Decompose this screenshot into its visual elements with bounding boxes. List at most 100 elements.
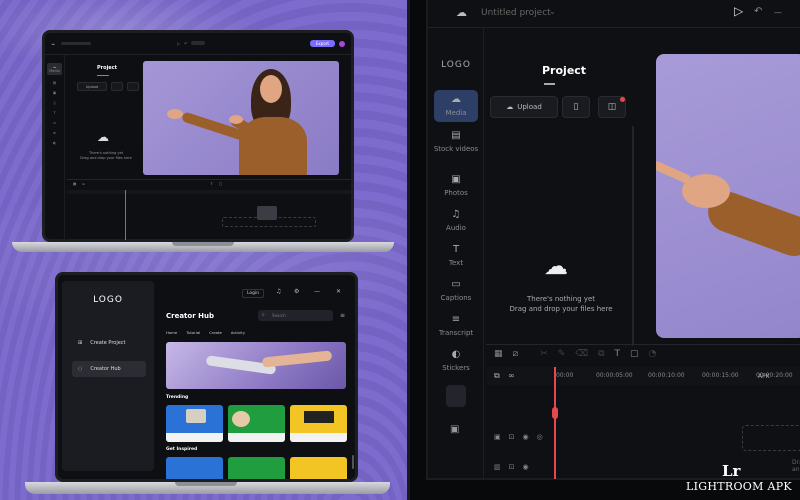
trending-card-2[interactable]	[228, 405, 285, 442]
panel-scrollbar[interactable]	[632, 126, 634, 346]
sidebar-item-text[interactable]: T	[53, 111, 55, 115]
project-name[interactable]: Untitled project	[481, 8, 551, 18]
nav-creator-hub[interactable]: ◌ Creator Hub	[72, 361, 146, 377]
cloud-icon[interactable]: ☁	[51, 41, 55, 46]
drop-zone[interactable]	[742, 425, 800, 451]
tab-tutorial[interactable]: Tutorial	[186, 330, 200, 335]
split-icon[interactable]: ▦	[73, 182, 76, 188]
pen-icon[interactable]: ✎	[558, 349, 566, 359]
undo-icon[interactable]: ↶	[184, 41, 187, 46]
playhead[interactable]	[125, 190, 126, 240]
copy-icon[interactable]: ⧉	[598, 349, 604, 359]
playhead-handle[interactable]	[552, 407, 558, 419]
hub-tabs: Home Tutorial Create Activity	[166, 330, 245, 335]
record-button[interactable]	[127, 82, 139, 91]
audio-track-icon[interactable]: ▥	[494, 463, 501, 471]
sidebar-item-label: Text	[448, 259, 464, 267]
login-button[interactable]: Login	[242, 289, 265, 298]
hero-banner[interactable]	[166, 342, 346, 389]
crop-icon[interactable]: ⧄	[82, 182, 84, 188]
inspired-card-3[interactable]	[290, 457, 347, 479]
text-tool-icon[interactable]: T	[615, 349, 621, 359]
lock-icon[interactable]: ⊡	[509, 463, 515, 471]
sidebar-item-text[interactable]: T Text	[428, 244, 484, 267]
plus-icon: ⊞	[78, 340, 83, 346]
phone-upload-button[interactable]	[111, 82, 123, 91]
link-icon[interactable]: ∞	[508, 371, 515, 380]
frame-icon[interactable]: ▢	[219, 182, 222, 188]
sidebar-item-stock[interactable]: ▤	[53, 81, 56, 85]
more-tools-button[interactable]	[446, 385, 466, 407]
phone-icon[interactable]: ▯	[562, 96, 590, 118]
bell-icon[interactable]: ♫	[276, 288, 281, 295]
speed-icon[interactable]: ◔	[649, 349, 657, 359]
inspired-card-1[interactable]	[166, 457, 223, 479]
dragged-clip[interactable]	[257, 206, 277, 220]
crop-icon[interactable]: ⧄	[513, 349, 519, 359]
video-track-icon[interactable]: ▣	[494, 433, 501, 441]
close-icon[interactable]: ✕	[336, 288, 341, 295]
sidebar-item-audio[interactable]: ♫ Audio	[428, 209, 484, 232]
tab-create[interactable]: Create	[209, 330, 222, 335]
sidebar-item-stickers[interactable]: ◐ Stickers	[428, 349, 484, 372]
sidebar-item-transcript[interactable]: ≡ Transcript	[428, 314, 484, 337]
avatar[interactable]	[339, 40, 345, 47]
media-panel: Project Upload ☁ There's nothing yet Dra…	[67, 55, 145, 183]
audio-track-controls: ▥ ⊡ ◉	[494, 463, 529, 471]
upload-button[interactable]: Upload	[77, 82, 107, 91]
cut-icon[interactable]: ✂	[540, 349, 548, 359]
cursor-icon[interactable]: ▷	[734, 4, 743, 18]
upload-button[interactable]: ☁ Upload	[490, 96, 558, 118]
filter-icon[interactable]: ≡	[340, 312, 345, 319]
laptop-creator-hub-screen: LOGO ⊞ Create Project ◌ Creator Hub Login …	[55, 272, 358, 482]
sidebar-item-label: Transcript	[438, 329, 474, 337]
settings-icon[interactable]: ▣	[450, 424, 459, 435]
eye-icon[interactable]: ◉	[523, 433, 529, 441]
minimize-icon[interactable]: —	[314, 288, 320, 295]
sidebar-item-photos[interactable]: ▣ Photos	[428, 174, 484, 197]
track-controls: ▣ ⊡ ◉ ◎	[494, 433, 543, 441]
mute-icon[interactable]: ◎	[537, 433, 543, 441]
empty-text: There's nothing yet	[527, 295, 595, 303]
sidebar-item-transcript[interactable]: ≡	[53, 131, 56, 135]
search-input[interactable]: Search	[258, 310, 333, 321]
trending-card-3[interactable]	[290, 405, 347, 442]
sidebar-item-captions[interactable]: ▭ Captions	[428, 279, 484, 302]
cloud-upload-icon: ☁	[451, 94, 461, 105]
cloud-icon[interactable]: ☁	[456, 6, 467, 19]
delete-icon[interactable]: ⌫	[575, 349, 588, 359]
add-track-icon[interactable]: ⧉	[494, 371, 500, 381]
upload-icon: ☁	[506, 103, 514, 111]
tab-activity[interactable]: Activity	[231, 330, 245, 335]
sidebar-item-stock-videos[interactable]: ▤ Stock videos	[428, 130, 484, 153]
sidebar-item-audio[interactable]: ♫	[53, 101, 56, 105]
film-icon: ▤	[451, 130, 461, 141]
inspired-card-2[interactable]	[228, 457, 285, 479]
sidebar-item-captions[interactable]: ▭	[53, 121, 56, 125]
sidebar-item-photos[interactable]: ▣	[53, 91, 56, 95]
export-button[interactable]: Export	[309, 40, 335, 47]
scrollbar[interactable]	[352, 455, 354, 469]
zoom-level[interactable]: —	[774, 8, 782, 17]
nav-create-project[interactable]: ⊞ Create Project	[72, 335, 146, 351]
photo-icon: ▣	[451, 174, 461, 185]
trending-card-1[interactable]	[166, 405, 223, 442]
play-icon[interactable]: ▷	[177, 41, 180, 46]
pointing-hand-figure	[656, 54, 800, 338]
sidebar-item-media[interactable]: ☁ Media	[47, 63, 62, 75]
tab-home[interactable]: Home	[166, 330, 177, 335]
sidebar-item-media[interactable]: ☁ Media	[434, 90, 478, 122]
undo-icon[interactable]: ↶	[754, 6, 762, 17]
upload-label: Upload	[517, 103, 542, 111]
zoom-select[interactable]	[191, 41, 206, 45]
settings-icon[interactable]: ⚙	[294, 288, 299, 295]
playhead[interactable]	[554, 367, 556, 479]
frame-icon[interactable]: ▢	[630, 349, 639, 359]
split-icon[interactable]: ▦	[494, 349, 503, 359]
sidebar-item-stickers[interactable]: ◐	[53, 141, 56, 145]
lock-icon[interactable]: ⊡	[509, 433, 515, 441]
volume-icon[interactable]: ◉	[523, 463, 529, 471]
lr-logo: Lr	[722, 462, 741, 480]
text-tool-icon[interactable]: T	[211, 182, 213, 188]
chevron-down-icon[interactable]: ⌄	[549, 7, 556, 16]
